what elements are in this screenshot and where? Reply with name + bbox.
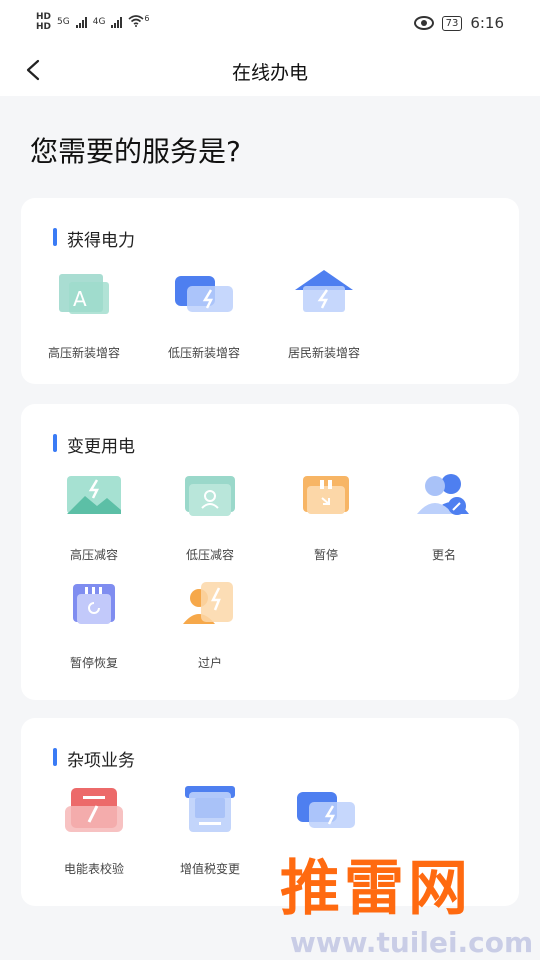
section-title-text: 杂项业务 (67, 751, 135, 771)
signal-icon (75, 16, 87, 28)
low-voltage-icon (171, 268, 237, 324)
hd-label-2: HD (36, 22, 52, 32)
eye-comfort-icon (413, 16, 434, 30)
section-title-text: 获得电力 (67, 231, 135, 251)
network-4g-label: 4G (92, 17, 106, 27)
resume-icon (61, 578, 127, 634)
service-transfer[interactable]: 过户 (155, 578, 265, 678)
section-title-text: 变更用电 (67, 437, 135, 457)
svg-text:A: A (73, 287, 87, 311)
hd-indicator: HD HD (36, 12, 51, 32)
landscape-bolt-icon (61, 470, 127, 526)
service-high-voltage-new[interactable]: A 高压新装增容 (29, 268, 139, 368)
tax-icon (177, 784, 243, 840)
meter-icon (61, 784, 127, 840)
service-label: 低压减容 (185, 548, 234, 562)
service-residential-new[interactable]: 居民新装增容 (269, 268, 379, 368)
service-label: 高压减容 (69, 548, 118, 562)
section-change-card: 变更用电 高压减容 低压减容 暂停 更名 暂停恢复 过户 (21, 404, 519, 700)
section-title: 杂项业务 (53, 746, 135, 771)
service-high-voltage-reduce[interactable]: 高压减容 (39, 470, 149, 570)
wifi-icon (128, 14, 144, 30)
status-bar: HD HD 5G 4G 6 73 6:16 (0, 0, 540, 48)
watermark-logo-text: 推雷网 (280, 854, 472, 924)
section-power-card: 获得电力 A 高压新装增容 低压新装增容 居民新装增容 (21, 198, 519, 384)
service-label: 暂停恢复 (69, 656, 118, 670)
service-pause[interactable]: 暂停 (271, 470, 381, 570)
clock: 6:16 (470, 14, 504, 32)
transfer-icon (177, 578, 243, 634)
service-label: 电能表校验 (63, 862, 124, 876)
service-vat-change[interactable]: 增值税变更 (155, 784, 265, 884)
service-label: 更名 (431, 548, 456, 562)
high-voltage-icon: A (51, 268, 117, 324)
service-label: 增值税变更 (179, 862, 240, 876)
service-label: 高压新装增容 (47, 346, 120, 360)
service-label: 低压新装增容 (167, 346, 240, 360)
user-edit-icon (411, 470, 477, 526)
pause-icon (293, 470, 359, 526)
id-card-icon (177, 470, 243, 526)
section-title: 变更用电 (53, 432, 135, 457)
watermark-url: www.tuilei.com (290, 926, 534, 959)
network-5g-label: 5G (57, 17, 70, 27)
service-low-voltage-reduce[interactable]: 低压减容 (155, 470, 265, 570)
page-title: 在线办电 (231, 62, 308, 84)
service-label: 暂停 (313, 548, 338, 562)
section-title: 获得电力 (53, 226, 135, 251)
service-label: 过户 (197, 656, 222, 670)
battery-icon: 73 (441, 15, 463, 31)
service-low-voltage-new[interactable]: 低压新装增容 (149, 268, 259, 368)
signal-icon-2 (111, 16, 123, 28)
navigation-bar: 在线办电 (0, 48, 540, 96)
service-pause-resume[interactable]: 暂停恢复 (39, 578, 149, 678)
hd-label-1: HD (36, 12, 52, 22)
watermark: 推雷网 www.tuilei.com (270, 840, 540, 960)
status-signals: HD HD 5G 4G 6 (36, 12, 150, 32)
service-question-heading: 您需要的服务是? (30, 135, 241, 168)
service-label: 居民新装增容 (287, 346, 360, 360)
service-rename[interactable]: 更名 (389, 470, 499, 570)
bag-bolt-icon (293, 784, 359, 840)
status-right: 73 6:16 (413, 14, 504, 32)
house-icon (291, 268, 357, 324)
wifi-version-label: 6 (144, 13, 150, 23)
service-meter-check[interactable]: 电能表校验 (39, 784, 149, 884)
